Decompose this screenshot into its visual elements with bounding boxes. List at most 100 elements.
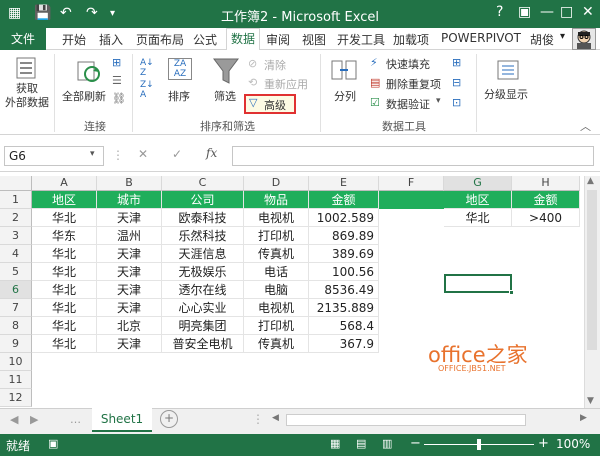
consolidate-icon[interactable]: ⊞ [452,56,461,69]
what-if-icon[interactable]: ⊟ [452,76,461,89]
table-cell[interactable]: 电视机 [244,209,309,227]
filter-button[interactable]: 筛选 [214,88,236,104]
tab-insert[interactable]: 插入 [99,31,123,48]
outline-button[interactable]: 分级显示 [484,86,528,102]
table-cell[interactable]: 1002.589 [309,209,379,227]
remove-duplicates-button[interactable]: 删除重复项 [386,76,441,92]
tab-view[interactable]: 视图 [302,31,326,48]
table-cell[interactable]: 传真机 [244,245,309,263]
row-header[interactable]: 9 [0,335,32,353]
get-external-data-button[interactable]: 获取 外部数据 [2,82,52,110]
cancel-icon[interactable]: ✕ [138,147,148,161]
table-cell[interactable]: 869.89 [309,227,379,245]
table-cell[interactable]: 温州 [97,227,162,245]
column-header-c[interactable]: C [162,176,244,191]
close-button[interactable]: ✕ [582,4,594,20]
table-cell[interactable]: 天涯信息 [162,245,244,263]
tab-formulas[interactable]: 公式 [193,31,217,48]
row-header[interactable]: 4 [0,245,32,263]
table-cell[interactable]: 389.69 [309,245,379,263]
next-sheet-icon[interactable]: ▶ [30,413,38,426]
column-header-b[interactable]: B [97,176,162,191]
horizontal-scroll-thumb[interactable] [286,414,526,426]
table-cell[interactable]: 透尔在线 [162,281,244,299]
tab-powerpivot[interactable]: POWERPIVOT [441,31,521,45]
tab-data[interactable]: 数据 [226,28,260,51]
table-cell[interactable]: 天津 [97,335,162,353]
scroll-thumb[interactable] [587,190,597,350]
scroll-up-icon[interactable]: ▲ [587,176,594,186]
table-cell[interactable]: 打印机 [244,227,309,245]
column-header-f[interactable]: F [379,176,444,191]
formula-input[interactable] [232,146,594,166]
macro-record-icon[interactable]: ▣ [48,437,58,450]
table-cell[interactable]: 传真机 [244,335,309,353]
text-to-columns-button[interactable]: 分列 [334,88,356,104]
more-sheets-icon[interactable]: … [70,413,81,426]
scroll-right-icon[interactable]: ▶ [580,413,587,423]
table-cell[interactable]: 电视机 [244,299,309,317]
table-cell[interactable]: 华北 [32,335,97,353]
row-header[interactable]: 2 [0,209,32,227]
table-cell[interactable]: 天津 [97,281,162,299]
selected-cell[interactable] [444,274,512,293]
table-cell[interactable]: 华北 [32,281,97,299]
maximize-button[interactable]: □ [560,4,573,20]
column-header-g[interactable]: G [444,176,512,191]
table-cell[interactable]: 北京 [97,317,162,335]
avatar[interactable] [572,28,596,50]
help-button[interactable]: ? [496,4,503,20]
sort-az-icon[interactable]: A↓ Z [140,58,164,78]
table-cell[interactable]: 心心实业 [162,299,244,317]
enter-icon[interactable]: ✓ [172,147,182,161]
criteria-value-cell[interactable]: 华北 [444,209,512,227]
table-cell[interactable]: 100.56 [309,263,379,281]
user-name[interactable]: 胡俊 [530,31,554,48]
table-header-cell[interactable]: 金额 [309,191,379,209]
page-layout-view-icon[interactable]: ▤ [356,437,366,450]
row-header[interactable]: 5 [0,263,32,281]
table-cell[interactable]: 华北 [32,263,97,281]
table-cell[interactable]: 华北 [32,299,97,317]
connections-icon[interactable]: ⊞ [112,56,121,69]
zoom-level[interactable]: 100% [556,437,590,451]
table-cell[interactable]: 电脑 [244,281,309,299]
table-cell[interactable]: 打印机 [244,317,309,335]
sheet-splitter-icon[interactable]: ⋮ [252,412,264,426]
edit-links-icon[interactable]: ⛓ [112,92,126,105]
sort-za-icon[interactable]: Z↓ A [140,80,164,100]
row-header[interactable]: 8 [0,317,32,335]
ribbon-display-button[interactable]: ▣ [518,4,531,20]
table-cell[interactable]: 2135.889 [309,299,379,317]
advanced-button[interactable]: 高级 [264,97,286,113]
scroll-down-icon[interactable]: ▼ [587,396,594,406]
table-header-cell[interactable]: 公司 [162,191,244,209]
row-header[interactable]: 7 [0,299,32,317]
table-cell[interactable]: 天津 [97,209,162,227]
minimize-button[interactable]: — [540,4,554,20]
zoom-in-icon[interactable]: + [538,436,549,451]
table-cell[interactable]: 普安全电机 [162,335,244,353]
table-cell[interactable]: 明亮集团 [162,317,244,335]
zoom-slider-thumb[interactable] [477,439,481,450]
criteria-header-cell[interactable]: 金额 [512,191,580,209]
table-cell[interactable]: 天津 [97,245,162,263]
table-cell[interactable]: 天津 [97,299,162,317]
table-cell[interactable]: 华北 [32,245,97,263]
table-cell[interactable]: 568.4 [309,317,379,335]
row-header[interactable]: 3 [0,227,32,245]
row-header[interactable]: 12 [0,389,32,407]
tab-review[interactable]: 审阅 [266,31,290,48]
table-cell[interactable]: 乐然科技 [162,227,244,245]
fill-handle[interactable] [509,290,514,295]
table-header-cell[interactable]: 城市 [97,191,162,209]
criteria-header-cell[interactable]: 地区 [444,191,512,209]
table-cell[interactable]: 8536.49 [309,281,379,299]
row-header[interactable]: 11 [0,371,32,389]
row-header[interactable]: 10 [0,353,32,371]
table-cell[interactable]: 华北 [32,209,97,227]
table-cell[interactable]: 无极娱乐 [162,263,244,281]
tab-file[interactable]: 文件 [0,28,46,50]
column-header-e[interactable]: E [309,176,379,191]
properties-icon[interactable]: ☰ [112,74,122,87]
